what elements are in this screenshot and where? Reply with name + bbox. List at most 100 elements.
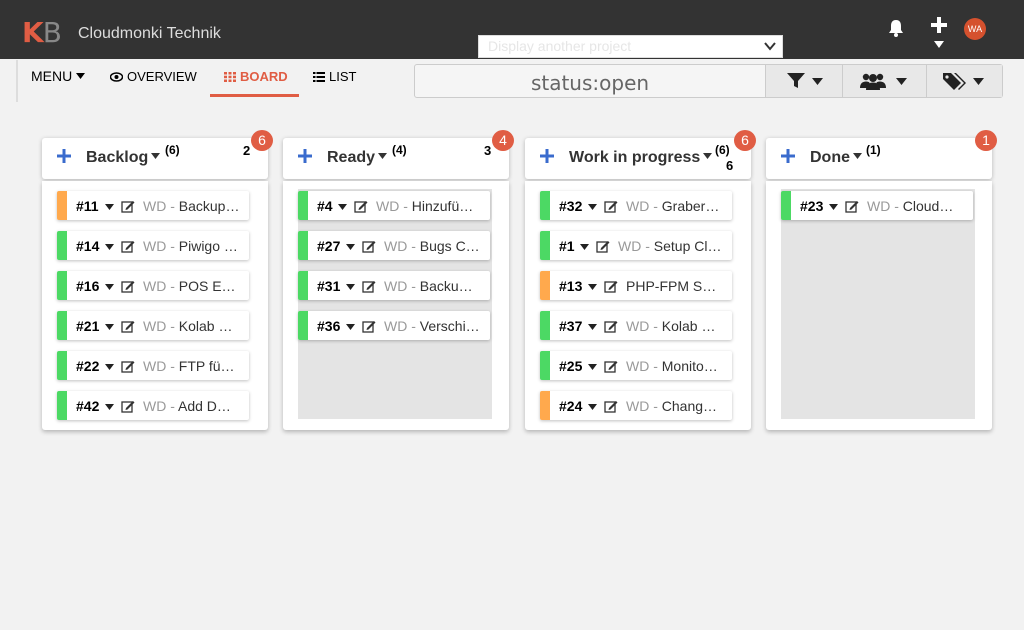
column-title[interactable]: Ready <box>327 149 388 167</box>
caret-down-icon[interactable] <box>346 284 355 290</box>
menu-dropdown-button[interactable]: MENU <box>31 68 86 84</box>
task-card[interactable]: #25 WD - Monito… <box>540 351 732 380</box>
task-title[interactable]: WD - Kolab … <box>626 318 726 334</box>
task-id[interactable]: #25 <box>559 358 582 374</box>
project-switcher-select[interactable]: Display another project <box>478 35 783 58</box>
search-filter-input[interactable]: status:open <box>415 72 765 94</box>
tab-board[interactable]: BOARD <box>224 70 288 84</box>
user-avatar[interactable]: WA <box>964 18 986 40</box>
task-card[interactable]: #23 WD - Cloud… <box>781 191 973 220</box>
add-task-plus-icon[interactable] <box>781 149 795 163</box>
task-id[interactable]: #37 <box>559 318 582 334</box>
caret-down-icon[interactable] <box>588 364 597 370</box>
task-title[interactable]: WD - Add D… <box>143 398 243 414</box>
users-dropdown-button[interactable] <box>842 65 926 97</box>
task-title[interactable]: WD - Graber… <box>626 198 726 214</box>
task-id[interactable]: #31 <box>317 278 340 294</box>
task-id[interactable]: #32 <box>559 198 582 214</box>
edit-icon[interactable] <box>121 199 135 213</box>
task-title[interactable]: WD - Backup… <box>143 198 243 214</box>
column-title[interactable]: Backlog <box>86 149 161 167</box>
edit-icon[interactable] <box>604 399 618 413</box>
edit-icon[interactable] <box>362 239 376 253</box>
edit-icon[interactable] <box>121 319 135 333</box>
task-title[interactable]: WD - Backu… <box>384 278 484 294</box>
task-title[interactable]: WD - Cloud… <box>867 198 967 214</box>
task-title[interactable]: WD - Verschi… <box>384 318 484 334</box>
task-id[interactable]: #22 <box>76 358 99 374</box>
caret-down-icon[interactable] <box>105 244 114 250</box>
task-id[interactable]: #11 <box>76 198 99 214</box>
task-card[interactable]: #24 WD - Chang… <box>540 391 732 420</box>
edit-icon[interactable] <box>604 199 618 213</box>
task-title[interactable]: WD - Bugs C… <box>384 238 484 254</box>
tab-list[interactable]: LIST <box>313 70 356 84</box>
task-id[interactable]: #24 <box>559 398 582 414</box>
task-title[interactable]: WD - Piwigo … <box>143 238 243 254</box>
caret-down-icon[interactable] <box>588 324 597 330</box>
task-title[interactable]: PHP-FPM S… <box>626 278 726 294</box>
edit-icon[interactable] <box>604 319 618 333</box>
edit-icon[interactable] <box>121 239 135 253</box>
edit-icon[interactable] <box>596 239 610 253</box>
tags-dropdown-button[interactable] <box>926 65 1002 97</box>
task-id[interactable]: #42 <box>76 398 99 414</box>
caret-down-icon[interactable] <box>105 364 114 370</box>
task-card[interactable]: #27 WD - Bugs C… <box>298 231 490 260</box>
edit-icon[interactable] <box>604 279 618 293</box>
task-card[interactable]: #22 WD - FTP fü… <box>57 351 249 380</box>
task-card[interactable]: #13 PHP-FPM S… <box>540 271 732 300</box>
caret-down-icon[interactable] <box>338 204 347 210</box>
caret-down-icon[interactable] <box>346 324 355 330</box>
bell-icon[interactable] <box>886 18 906 38</box>
task-card[interactable]: #4 WD - Hinzufü… <box>298 191 490 220</box>
task-title[interactable]: WD - Monito… <box>626 358 726 374</box>
caret-down-icon[interactable] <box>829 204 838 210</box>
task-id[interactable]: #14 <box>76 238 99 254</box>
task-card[interactable]: #11 WD - Backup… <box>57 191 249 220</box>
edit-icon[interactable] <box>121 279 135 293</box>
caret-down-icon[interactable] <box>588 404 597 410</box>
task-title[interactable]: WD - POS E… <box>143 278 243 294</box>
add-task-plus-icon[interactable] <box>540 149 554 163</box>
caret-down-icon[interactable] <box>105 204 114 210</box>
filter-dropdown-button[interactable] <box>765 65 842 97</box>
edit-icon[interactable] <box>362 319 376 333</box>
column-title[interactable]: Done <box>810 149 862 167</box>
edit-icon[interactable] <box>121 399 135 413</box>
task-card[interactable]: #16 WD - POS E… <box>57 271 249 300</box>
task-card[interactable]: #42 WD - Add D… <box>57 391 249 420</box>
caret-down-icon[interactable] <box>105 404 114 410</box>
caret-down-icon[interactable] <box>588 204 597 210</box>
column-title[interactable]: Work in progress <box>569 149 713 167</box>
tab-overview[interactable]: OVERVIEW <box>110 70 197 84</box>
edit-icon[interactable] <box>604 359 618 373</box>
task-card[interactable]: #14 WD - Piwigo … <box>57 231 249 260</box>
edit-icon[interactable] <box>845 199 859 213</box>
task-card[interactable]: #32 WD - Graber… <box>540 191 732 220</box>
task-id[interactable]: #1 <box>559 238 575 254</box>
task-id[interactable]: #4 <box>317 198 333 214</box>
task-id[interactable]: #13 <box>559 278 582 294</box>
task-id[interactable]: #23 <box>800 198 823 214</box>
task-card[interactable]: #37 WD - Kolab … <box>540 311 732 340</box>
task-card[interactable]: #21 WD - Kolab … <box>57 311 249 340</box>
task-id[interactable]: #16 <box>76 278 99 294</box>
caret-down-icon[interactable] <box>105 324 114 330</box>
plus-icon[interactable] <box>930 16 948 34</box>
add-task-plus-icon[interactable] <box>298 149 312 163</box>
caret-down-icon[interactable] <box>934 41 944 48</box>
edit-icon[interactable] <box>121 359 135 373</box>
edit-icon[interactable] <box>362 279 376 293</box>
kanboard-logo[interactable]: KB <box>22 14 62 52</box>
task-card[interactable]: #36 WD - Verschi… <box>298 311 490 340</box>
add-task-plus-icon[interactable] <box>57 149 71 163</box>
task-title[interactable]: WD - Hinzufü… <box>376 198 484 214</box>
task-id[interactable]: #36 <box>317 318 340 334</box>
caret-down-icon[interactable] <box>346 244 355 250</box>
caret-down-icon[interactable] <box>105 284 114 290</box>
task-title[interactable]: WD - Chang… <box>626 398 726 414</box>
task-card[interactable]: #31 WD - Backu… <box>298 271 490 300</box>
caret-down-icon[interactable] <box>580 244 589 250</box>
task-title[interactable]: WD - Kolab … <box>143 318 243 334</box>
